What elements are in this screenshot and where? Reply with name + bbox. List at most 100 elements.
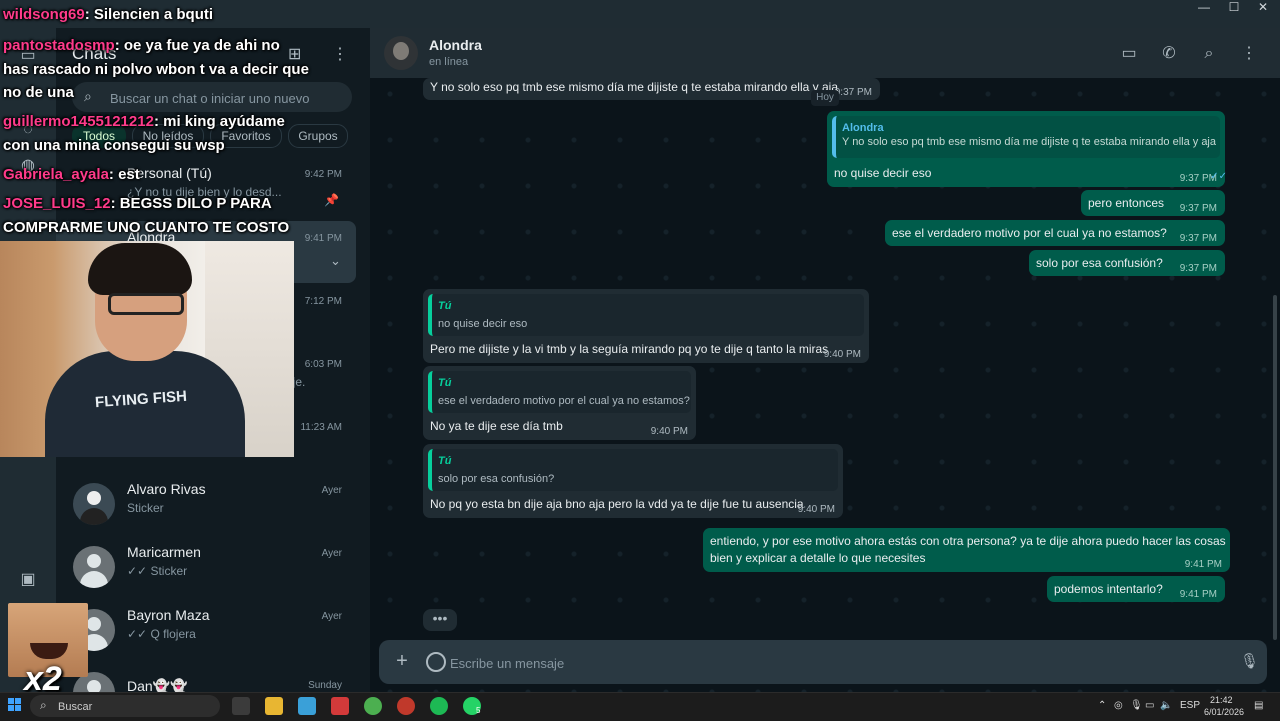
chat-item-dan[interactable]: Dan👻👻 Sunday bbox=[56, 662, 356, 692]
conversation-scrollbar[interactable] bbox=[1273, 295, 1277, 640]
notification-icon[interactable]: ▤ bbox=[1254, 700, 1263, 711]
message-text: entiendo, y por ese motivo ahora estás c… bbox=[710, 534, 1226, 548]
task-view-icon[interactable] bbox=[232, 697, 250, 715]
chat-item-bayron-maza[interactable]: Bayron Maza ✓✓ Q flojera Ayer bbox=[56, 599, 356, 661]
windows-start-icon[interactable] bbox=[8, 698, 22, 712]
avatar bbox=[73, 483, 115, 525]
sticker-icon[interactable] bbox=[426, 652, 446, 672]
search-input[interactable] bbox=[108, 82, 342, 114]
video-call-icon[interactable]: ▭ bbox=[1118, 44, 1140, 64]
phone-icon[interactable]: ✆ bbox=[1158, 44, 1180, 64]
message-incoming[interactable]: Tú solo por esa confusión? No pq yo esta… bbox=[423, 444, 843, 518]
search-icon: ⌕ bbox=[84, 88, 92, 104]
date-divider: Hoy bbox=[811, 90, 839, 106]
chevron-down-icon[interactable]: ⌄ bbox=[330, 253, 341, 269]
chat-time: Sunday bbox=[308, 680, 342, 691]
message-outgoing[interactable]: pero entonces 9:37 PM bbox=[1081, 190, 1225, 216]
message-input[interactable] bbox=[448, 650, 1212, 676]
search-box: ⌕ bbox=[72, 82, 352, 114]
file-explorer-icon[interactable] bbox=[265, 697, 283, 715]
volume-icon[interactable]: 🔈 bbox=[1160, 700, 1172, 711]
network-icon[interactable]: ▭ bbox=[1145, 700, 1154, 711]
quote-text: solo por esa confusión? bbox=[438, 473, 555, 485]
chat-name: Maricarmen bbox=[127, 544, 201, 560]
app-icon[interactable] bbox=[331, 697, 349, 715]
chat-name: Bayron Maza bbox=[127, 607, 210, 623]
spotify-icon[interactable] bbox=[430, 697, 448, 715]
message-text: ese el verdadero motivo por el cual ya n… bbox=[892, 226, 1167, 240]
language-indicator[interactable]: ESP bbox=[1180, 700, 1200, 711]
message-time: 9:41 PM bbox=[1184, 559, 1222, 570]
quote-text: Y no solo eso pq tmb ese mismo día me di… bbox=[842, 136, 1216, 148]
obs-icon[interactable] bbox=[397, 697, 415, 715]
message-text: pero entonces bbox=[1088, 196, 1165, 210]
overlay-chat-line: wildsong69: Silencien a bquti bbox=[3, 6, 214, 23]
media-icon[interactable]: ▣ bbox=[18, 570, 38, 590]
message-text-line2: bien y explicar a detalle lo que necesit… bbox=[710, 551, 926, 565]
tray-mic-icon[interactable]: 🎙 bbox=[1130, 700, 1143, 711]
overlay-chat-line: no de una bbox=[3, 84, 74, 101]
message-outgoing[interactable]: podemos intentarlo? 9:41 PM bbox=[1047, 576, 1225, 602]
tray-chevron-icon[interactable]: ⌃ bbox=[1098, 700, 1106, 711]
quote-author: Tú bbox=[438, 377, 452, 389]
chat-name: Dan👻👻 bbox=[127, 678, 188, 692]
contact-avatar[interactable] bbox=[384, 36, 418, 70]
quoted-message[interactable]: Tú solo por esa confusión? bbox=[428, 449, 838, 491]
chat-time: Ayer bbox=[321, 548, 342, 559]
contact-status: en línea bbox=[429, 56, 469, 68]
message-text: No pq yo esta bn dije aja bno aja pero l… bbox=[430, 497, 804, 511]
quoted-message[interactable]: Tú no quise decir eso bbox=[428, 294, 864, 336]
chat-time: 11:23 AM bbox=[300, 422, 342, 433]
app-icon[interactable] bbox=[298, 697, 316, 715]
quote-author: Tú bbox=[438, 300, 452, 312]
tray-app-icon[interactable]: ◎ bbox=[1114, 700, 1123, 711]
close-button[interactable]: ✕ bbox=[1244, 0, 1280, 18]
overlay-chat-line: COMPRARME UNO CUANTO TE COSTO bbox=[3, 219, 290, 236]
quote-author: Alondra bbox=[842, 122, 884, 134]
message-time: 9:37 PM bbox=[1179, 263, 1217, 274]
menu-kebab-icon[interactable]: ⋮ bbox=[1238, 44, 1260, 64]
message-time: 9:41 PM bbox=[1179, 589, 1217, 600]
overlay-chat-line: has rascado ni polvo wbon t va a decir q… bbox=[3, 61, 309, 78]
chat-time: 9:42 PM bbox=[304, 169, 342, 180]
chat-item-alvaro-rivas[interactable]: Alvaro Rivas Sticker Ayer bbox=[56, 473, 356, 535]
quoted-message[interactable]: Alondra Y no solo eso pq tmb ese mismo d… bbox=[832, 116, 1220, 158]
message-time: 9:40 PM bbox=[797, 504, 835, 515]
overlay-chat-line: Gabriela_ayala: est bbox=[3, 166, 140, 183]
quoted-message[interactable]: Tú ese el verdadero motivo por el cual y… bbox=[428, 371, 691, 413]
chat-preview: Sticker bbox=[127, 501, 164, 515]
filter-groups[interactable]: Grupos bbox=[288, 124, 348, 148]
avatar bbox=[73, 546, 115, 588]
attach-plus-icon[interactable]: + bbox=[394, 651, 410, 671]
chat-time: 6:03 PM bbox=[304, 359, 342, 370]
microphone-icon[interactable]: 🎙 bbox=[1240, 652, 1259, 670]
chat-item-maricarmen[interactable]: Maricarmen ✓✓ Sticker Ayer bbox=[56, 536, 356, 598]
message-text: no quise decir eso bbox=[834, 166, 932, 180]
message-outgoing[interactable]: ese el verdadero motivo por el cual ya n… bbox=[885, 220, 1225, 246]
message-time: 9:37 PM bbox=[834, 87, 872, 98]
message-text: No ya te dije ese día tmb bbox=[430, 419, 563, 433]
message-text: solo por esa confusión? bbox=[1036, 256, 1163, 270]
pin-icon: 📌 bbox=[324, 193, 339, 207]
quote-text: ese el verdadero motivo por el cual ya n… bbox=[438, 395, 690, 407]
message-outgoing[interactable]: entiendo, y por ese motivo ahora estás c… bbox=[703, 528, 1230, 572]
overlay-chat-line: pantostadosmp: oe ya fue ya de ahi no bbox=[3, 37, 280, 54]
contact-name[interactable]: Alondra bbox=[429, 37, 482, 53]
message-outgoing[interactable]: solo por esa confusión? 9:37 PM bbox=[1029, 250, 1225, 276]
chrome-icon[interactable] bbox=[364, 697, 382, 715]
clock-date[interactable]: 6/01/2026 bbox=[1204, 707, 1244, 717]
message-incoming[interactable]: Tú ese el verdadero motivo por el cual y… bbox=[423, 366, 696, 440]
search-icon: ⌕ bbox=[40, 698, 47, 712]
message-incoming[interactable]: Tú no quise decir eso Pero me dijiste y … bbox=[423, 289, 869, 363]
menu-kebab-icon[interactable]: ⋮ bbox=[332, 44, 348, 64]
message-time: 9:40 PM bbox=[823, 349, 861, 360]
search-icon[interactable]: ⌕ bbox=[1198, 44, 1220, 64]
message-time: 9:40 PM bbox=[650, 426, 688, 437]
quote-text: no quise decir eso bbox=[438, 318, 528, 330]
read-receipt-icon: ✓✓ bbox=[1210, 171, 1227, 182]
clock-time[interactable]: 21:42 bbox=[1210, 695, 1233, 705]
webcam-overlay: FLYING FISH bbox=[0, 241, 294, 457]
taskbar-search-label: Buscar bbox=[58, 701, 93, 713]
message-outgoing[interactable]: Alondra Y no solo eso pq tmb ese mismo d… bbox=[827, 111, 1227, 187]
chat-time: 7:12 PM bbox=[304, 296, 342, 307]
